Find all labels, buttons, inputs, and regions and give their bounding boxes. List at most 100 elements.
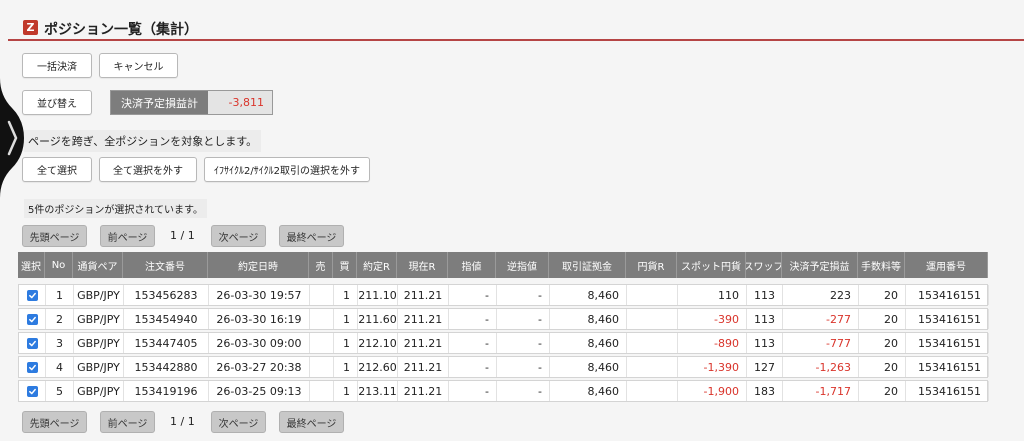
cell-operation-number: 153416151 [906,309,989,329]
prev-page-button[interactable]: 前ページ [100,225,155,247]
column-header-yen-rate: 円貨R [626,252,677,278]
column-header-select: 選択 [18,252,45,278]
cell-buy: 1 [334,357,358,377]
cell-margin: 8,460 [550,333,627,353]
page-count: 1 / 1 [170,229,195,242]
cell-fee: 20 [859,333,906,353]
cell-fee: 20 [859,285,906,305]
bulk-settle-button[interactable]: 一括決済 [22,53,92,78]
selected-count-note: 5件のポジションが選択されています。 [24,199,208,218]
cell-order-number: 153456283 [124,285,209,305]
cell-order-number: 153442880 [124,357,209,377]
cell-select[interactable] [19,309,46,329]
column-header-current-rate: 現在R [397,252,448,278]
cell-spot-yen: -890 [678,333,747,353]
check-icon [28,388,36,394]
column-header-limit: 指値 [448,252,496,278]
table-row[interactable]: 5 GBP/JPY 153419196 26-03-25 09:13 1 213.11 21… [18,380,989,402]
column-header-exec-rate: 約定R [357,252,397,278]
cell-current-rate: 211.21 [398,333,449,353]
cell-pair: GBP/JPY [74,309,124,329]
settlement-pl-summary: 決済予定損益計 -3,811 [110,90,273,115]
cell-exec-datetime: 26-03-30 16:19 [209,309,310,329]
cell-no: 1 [46,285,74,305]
column-header-no: No [45,252,73,278]
table-row[interactable]: 3 GBP/JPY 153447405 26-03-30 09:00 1 212.10 21… [18,332,989,354]
first-page-button-bottom[interactable]: 先頭ページ [22,411,87,433]
table-row[interactable]: 2 GBP/JPY 153454940 26-03-30 16:19 1 211.60 21… [18,308,989,330]
cell-buy: 1 [334,285,358,305]
column-header-spot-yen: スポット円貨 [677,252,746,278]
select-checkbox[interactable] [26,313,38,325]
select-checkbox[interactable] [26,337,38,349]
column-header-pair: 通貨ペア [73,252,123,278]
table-row[interactable]: 1 GBP/JPY 153456283 26-03-30 19:57 1 211.10 21… [18,284,989,306]
cell-spot-yen: -390 [678,309,747,329]
cell-sell [310,285,334,305]
select-all-button[interactable]: 全て選択 [22,157,92,182]
select-checkbox[interactable] [26,385,38,397]
cell-exec-rate: 212.10 [358,333,398,353]
cell-exec-rate: 211.60 [358,309,398,329]
cell-buy: 1 [334,381,358,401]
page-header: Z ポジション一覧（集計） [0,0,1024,44]
cell-fee: 20 [859,357,906,377]
check-icon [28,340,36,346]
first-page-button[interactable]: 先頭ページ [22,225,87,247]
next-page-button[interactable]: 次ページ [211,225,266,247]
cell-pair: GBP/JPY [74,285,124,305]
cell-select[interactable] [19,333,46,353]
cell-buy: 1 [334,333,358,353]
cell-no: 2 [46,309,74,329]
column-header-swap: スワップ [746,252,782,278]
cell-margin: 8,460 [550,357,627,377]
cell-operation-number: 153416151 [906,381,989,401]
last-page-button[interactable]: 最終ページ [279,225,344,247]
last-page-button-bottom[interactable]: 最終ページ [279,411,344,433]
cell-exec-rate: 212.60 [358,357,398,377]
table-header: 選択 No 通貨ペア 注文番号 約定日時売買約定R 現在R 指値 逆指値 取引証拠金 円貨R スポッ… [18,252,988,278]
cell-stop: - [497,333,550,353]
cell-yen-rate [627,333,678,353]
z-logo-icon: Z [23,20,38,35]
cell-select[interactable] [19,381,46,401]
prev-page-button-bottom[interactable]: 前ページ [100,411,155,433]
cell-current-rate: 211.21 [398,285,449,305]
cell-spot-yen: 110 [678,285,747,305]
next-page-button-bottom[interactable]: 次ページ [211,411,266,433]
check-icon [28,292,36,298]
cell-order-number: 153454940 [124,309,209,329]
cell-swap: 113 [747,309,783,329]
cell-yen-rate [627,309,678,329]
cell-fee: 20 [859,381,906,401]
cell-exec-datetime: 26-03-25 09:13 [209,381,310,401]
column-header-settlement-pl: 決済予定損益 [782,252,858,278]
settlement-pl-label: 決済予定損益計 [111,91,208,114]
table-row[interactable]: 4 GBP/JPY 153442880 26-03-27 20:38 1 212.60 21… [18,356,989,378]
cell-sell [310,309,334,329]
sort-button[interactable]: 並び替え [22,90,92,115]
cell-limit: - [449,309,497,329]
cell-exec-datetime: 26-03-27 20:38 [209,357,310,377]
select-checkbox[interactable] [26,289,38,301]
cell-margin: 8,460 [550,309,627,329]
cell-select[interactable] [19,285,46,305]
deselect-all-button[interactable]: 全て選択を外す [99,157,197,182]
column-header-fee: 手数料等 [858,252,905,278]
select-checkbox[interactable] [26,361,38,373]
deselect-cycle-button[interactable]: ｲﾌｻｲｸﾙ2/ｻｲｸﾙ2取引の選択を外す [204,157,370,182]
cell-settlement-pl: 223 [783,285,859,305]
column-header-buy: 買 [333,252,357,278]
cell-exec-datetime: 26-03-30 09:00 [209,333,310,353]
column-header-sell: 売 [309,252,333,278]
column-header-exec-datetime: 約定日時 [208,252,309,278]
cell-yen-rate [627,381,678,401]
cell-select[interactable] [19,357,46,377]
cell-operation-number: 153416151 [906,357,989,377]
cell-limit: - [449,381,497,401]
page-title: ポジション一覧（集計） [44,22,198,38]
column-header-operation-number: 運用番号 [905,252,988,278]
cell-margin: 8,460 [550,381,627,401]
cross-page-note: ページを跨ぎ、全ポジションを対象とします。 [24,130,262,152]
cancel-button[interactable]: キャンセル [99,53,178,78]
